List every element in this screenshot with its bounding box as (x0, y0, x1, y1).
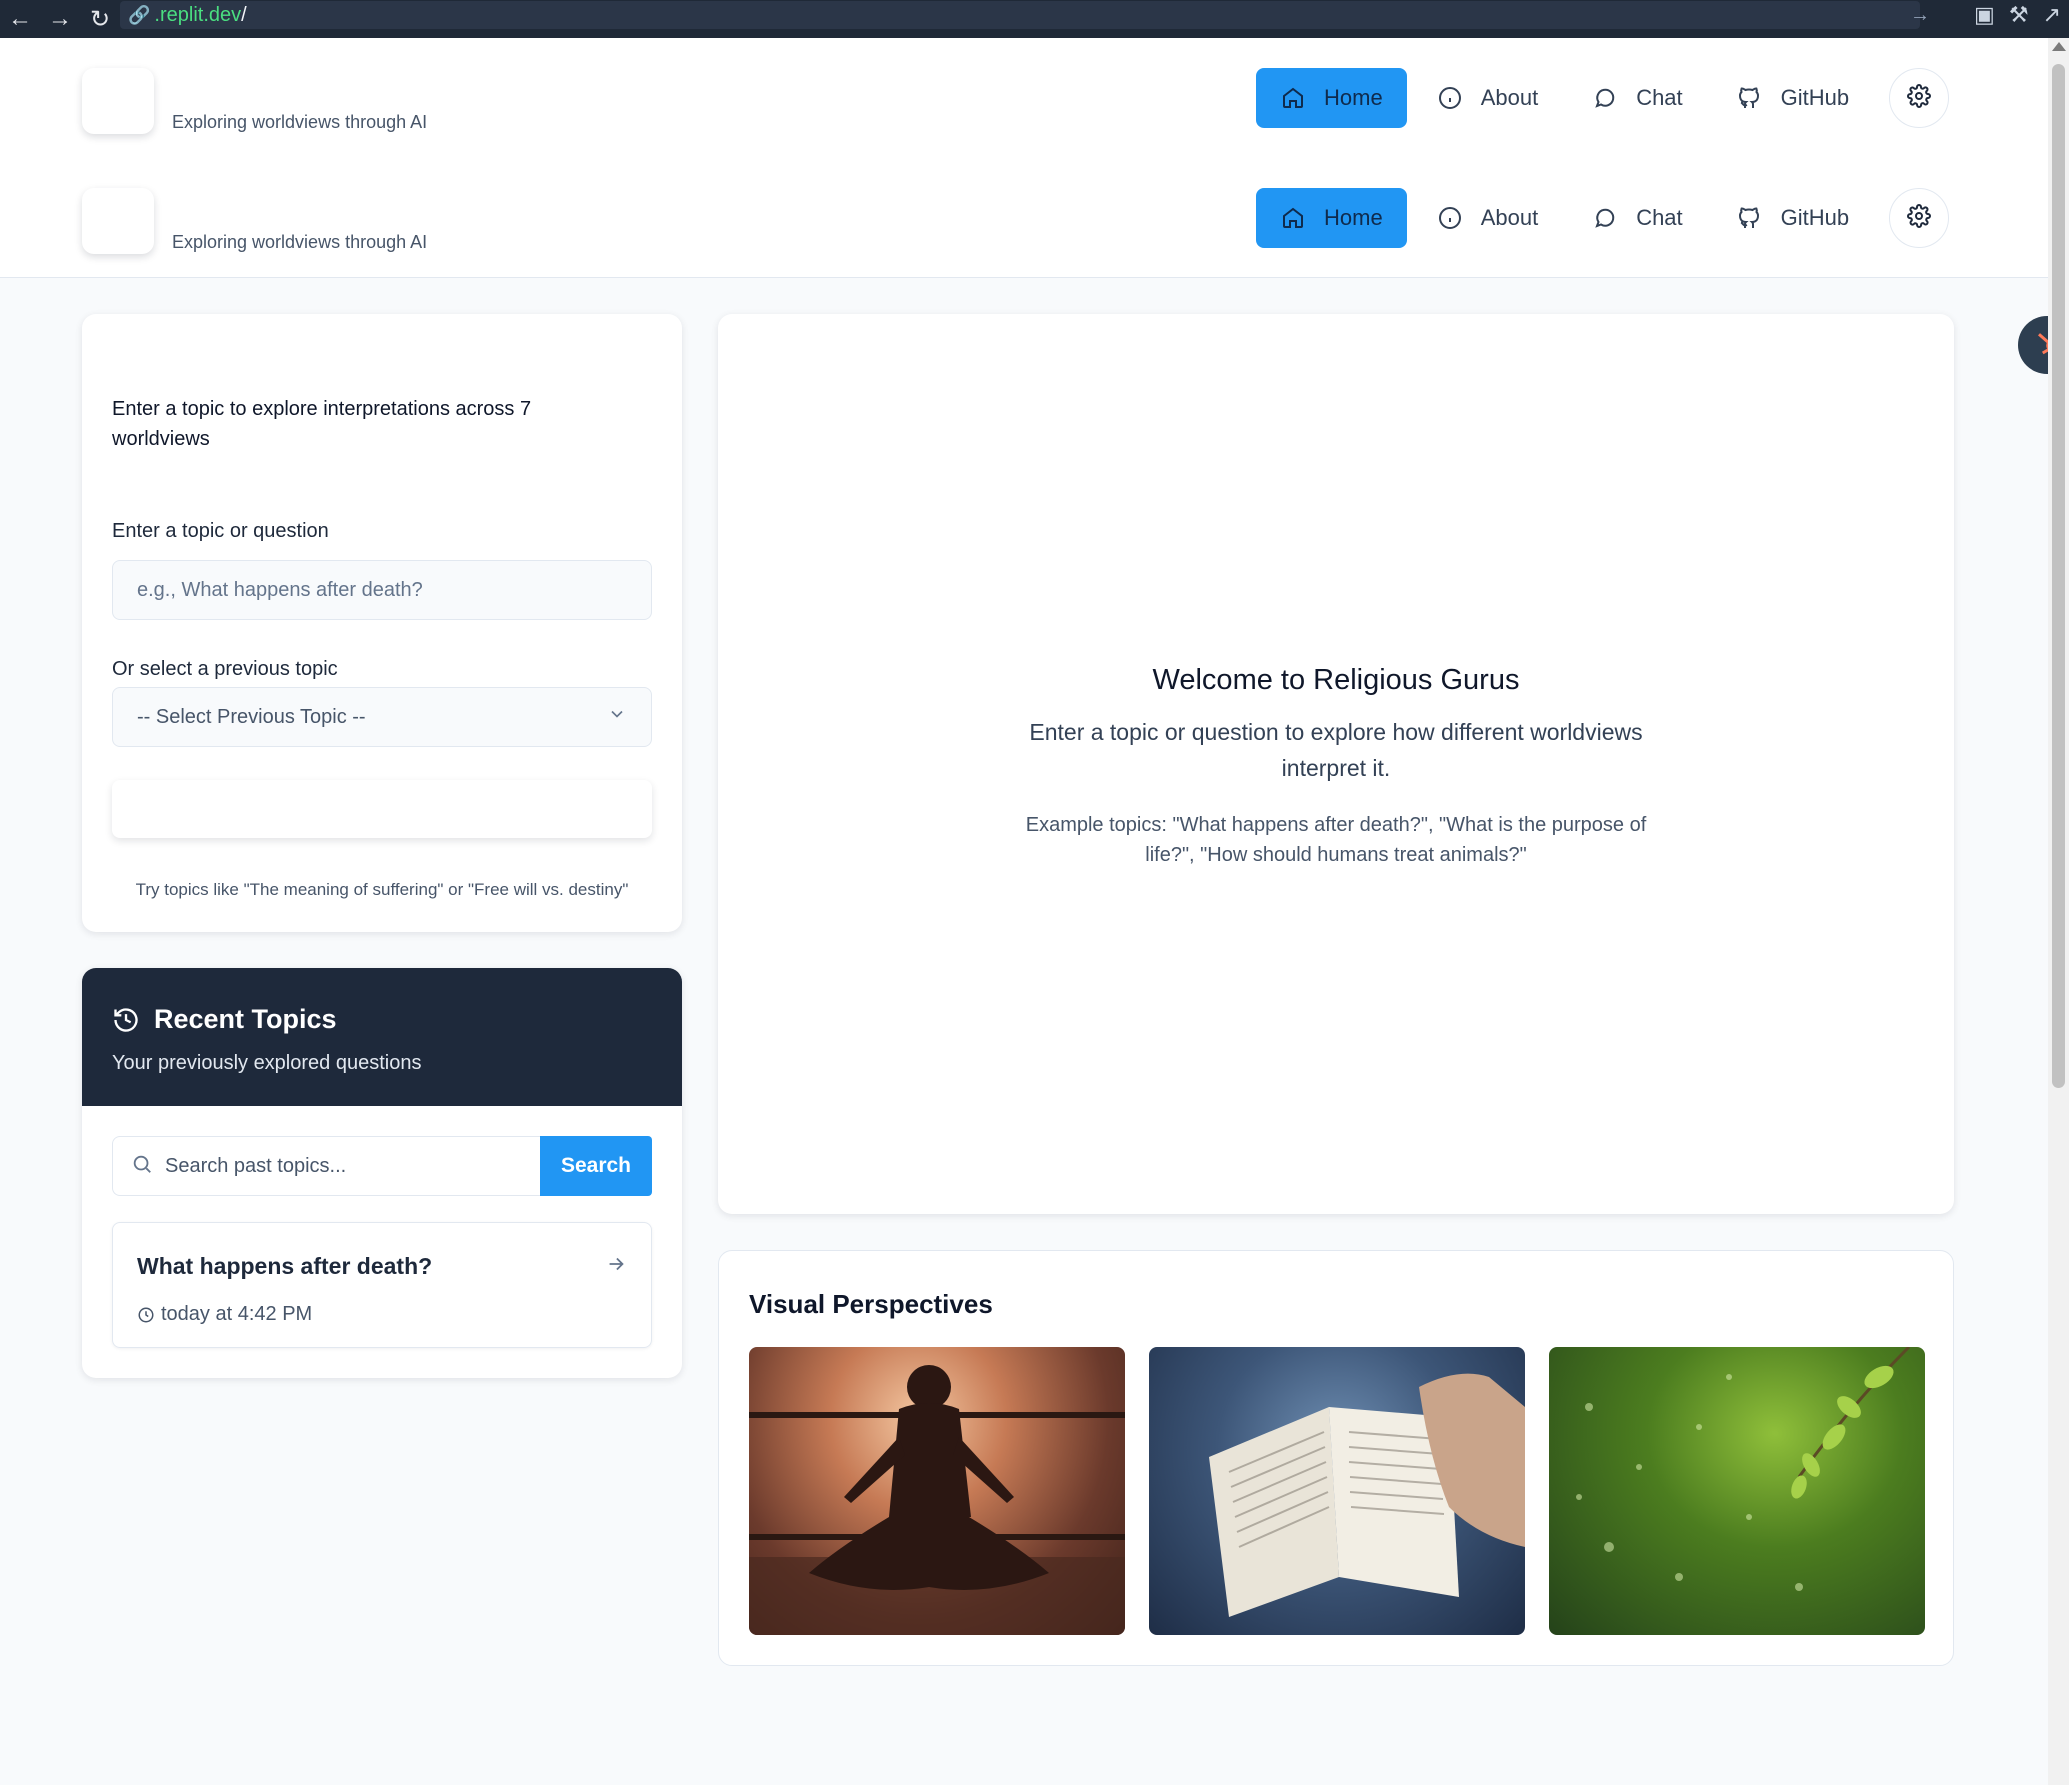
welcome-card: Welcome to Religious Gurus Enter a topic… (718, 314, 1954, 1214)
github-icon (1737, 205, 1763, 231)
tagline: Exploring worldviews through AI (172, 232, 428, 252)
nav-github-label: GitHub (1780, 85, 1850, 110)
nav-chat-label: Chat (1636, 205, 1683, 230)
scroll-thumb[interactable] (2052, 64, 2065, 1088)
topic-input[interactable] (112, 560, 652, 620)
recent-search-input[interactable] (165, 1154, 505, 1178)
visual-perspectives-card: Visual Perspectives (718, 1250, 1954, 1666)
logo[interactable] (82, 68, 154, 134)
chevron-down-icon (607, 704, 627, 730)
recent-topics-subtitle: Your previously explored questions (112, 1052, 422, 1074)
info-icon (1437, 205, 1463, 231)
visual-perspectives-title: Visual Perspectives (749, 1289, 993, 1319)
topic-hint: Try topics like "The meaning of sufferin… (135, 880, 629, 899)
nav-chat[interactable]: Chat (1568, 68, 1706, 128)
search-button[interactable]: Search (540, 1136, 652, 1196)
main-nav: Home About Chat GitHub (1256, 68, 1950, 128)
scroll-up-arrow-icon[interactable] (2052, 42, 2066, 51)
settings-button[interactable] (1889, 188, 1950, 248)
main-nav: Home About Chat GitHub (1256, 188, 1950, 248)
header-row: Exploring worldviews through AI Home Abo… (0, 38, 2048, 158)
recent-topics-title-text: Recent Topics (154, 1004, 337, 1034)
home-icon (1280, 85, 1306, 111)
nav-about[interactable]: About (1413, 68, 1563, 128)
search-icon (131, 1153, 153, 1180)
forward-icon[interactable]: → (40, 0, 80, 38)
header-row: Exploring worldviews through AI Home Abo… (0, 158, 2048, 278)
nav-github-label: GitHub (1780, 205, 1850, 230)
nav-chat[interactable]: Chat (1568, 188, 1706, 248)
recent-topics-card: Recent Topics Your previously explored q… (82, 968, 682, 1378)
address-bar[interactable]: 🔗 .replit.dev / (120, 1, 1920, 29)
bible-image (1149, 1347, 1525, 1635)
site-header: Exploring worldviews through AI Home Abo… (0, 38, 2048, 278)
recent-search: Search (112, 1136, 652, 1196)
settings-button[interactable] (1889, 68, 1950, 128)
explore-button[interactable] (112, 780, 652, 838)
previous-topic-label: Or select a previous topic (112, 658, 338, 680)
recent-topic-title: What happens after death? (137, 1253, 433, 1279)
previous-topic-select-value: -- Select Previous Topic -- (137, 705, 366, 728)
welcome-examples: Example topics: "What happens after deat… (1025, 814, 1647, 866)
topic-input-label: Enter a topic or question (112, 520, 329, 542)
logo[interactable] (82, 188, 154, 254)
browser-tools: ▣ ⚒ ↗ (1974, 2, 2061, 28)
tagline: Exploring worldviews through AI (172, 112, 428, 132)
nav-github[interactable]: GitHub (1713, 68, 1873, 128)
github-icon (1737, 85, 1763, 111)
recent-topics-header: Recent Topics Your previously explored q… (82, 968, 682, 1106)
wrench-icon[interactable]: ⚒ (2009, 2, 2029, 28)
welcome-text: Enter a topic or question to explore how… (1029, 719, 1643, 781)
history-icon (112, 1006, 140, 1034)
chat-icon (1592, 85, 1618, 111)
recent-search-field[interactable] (112, 1136, 540, 1196)
meditation-image (749, 1347, 1125, 1635)
info-icon (1437, 85, 1463, 111)
recent-topic-time: today at 4:42 PM (137, 1303, 312, 1326)
list-item[interactable]: What happens after death? today at 4:42 … (112, 1222, 652, 1348)
open-external-icon[interactable]: ↗ (2043, 2, 2061, 28)
monitor-icon[interactable]: ▣ (1974, 2, 1995, 28)
nav-home[interactable]: Home (1256, 188, 1407, 248)
go-arrow-icon[interactable]: → (1910, 4, 1930, 27)
leaves-image (1549, 1347, 1925, 1635)
gear-icon (1907, 83, 1932, 113)
topic-form-card: Enter a topic to explore interpretations… (82, 314, 682, 932)
nav-about[interactable]: About (1413, 188, 1563, 248)
gear-icon (1907, 203, 1932, 233)
nav-home[interactable]: Home (1256, 68, 1407, 128)
previous-topic-select[interactable]: -- Select Previous Topic -- (112, 687, 652, 747)
nav-home-label: Home (1324, 205, 1383, 230)
nav-about-label: About (1480, 85, 1539, 110)
arrow-right-icon (605, 1253, 627, 1280)
topic-description: Enter a topic to explore interpretations… (112, 398, 532, 450)
nav-chat-label: Chat (1636, 85, 1683, 110)
browser-toolbar: ← → ↻ 🔗 .replit.dev / → ▣ ⚒ ↗ (0, 0, 2069, 38)
page-scrollbar[interactable] (2048, 38, 2069, 1785)
nav-home-label: Home (1324, 85, 1383, 110)
recent-topics-title: Recent Topics (112, 1004, 337, 1035)
clock-icon (137, 1306, 155, 1324)
back-icon[interactable]: ← (0, 0, 40, 38)
recent-topic-time-text: today at 4:42 PM (161, 1303, 313, 1325)
nav-github[interactable]: GitHub (1713, 188, 1873, 248)
url-path: / (241, 3, 247, 26)
welcome-title: Welcome to Religious Gurus (1152, 664, 1520, 696)
reload-icon[interactable]: ↻ (80, 0, 120, 38)
link-icon: 🔗 (128, 4, 151, 25)
nav-about-label: About (1480, 205, 1539, 230)
home-icon (1280, 205, 1306, 231)
chat-icon (1592, 205, 1618, 231)
url-host: .replit.dev (154, 3, 242, 26)
